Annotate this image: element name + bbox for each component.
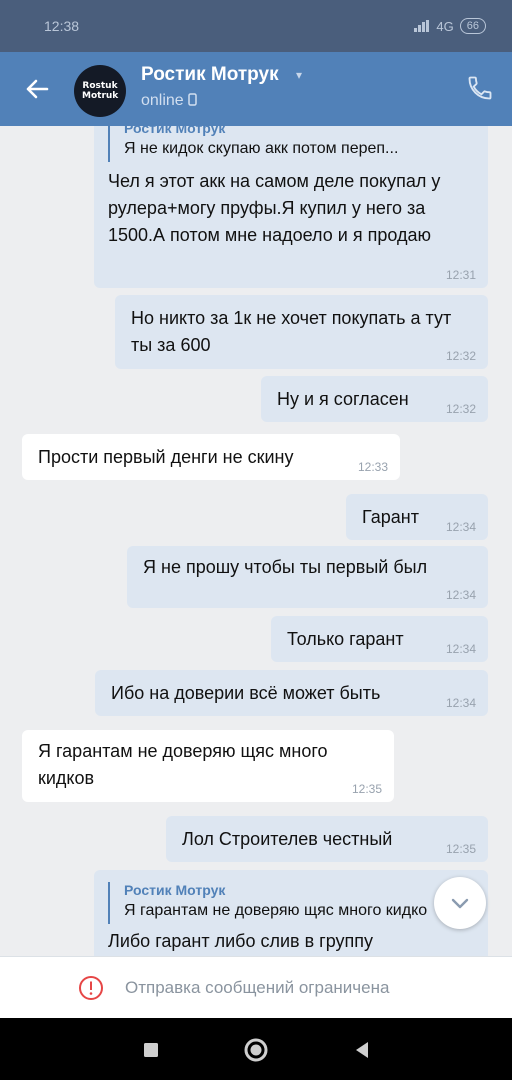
signal-icon — [414, 20, 430, 32]
home-icon[interactable] — [242, 1036, 270, 1064]
quote-text: Я гарантам не доверяю щяс много кидков — [124, 902, 428, 919]
chevron-down-icon[interactable]: ▾ — [296, 68, 302, 82]
message-text: Чел я этот акк на самом деле покупал у р… — [108, 171, 441, 245]
alert-circle-icon — [79, 976, 103, 1000]
quote-author: Ростик Мотрук — [124, 882, 226, 898]
message-text: Я гарантам не доверяю щяс много кидков — [38, 741, 328, 788]
avatar[interactable]: Rostuk Motruk — [74, 65, 126, 117]
avatar-text: Rostuk Motruk — [82, 81, 119, 101]
arrow-left-icon[interactable] — [22, 74, 52, 104]
message-time: 12:34 — [445, 696, 476, 710]
message-text: Лол Строителев честный — [182, 829, 393, 849]
online-label: online — [141, 92, 184, 109]
message-text: Ибо на доверии всё может быть — [111, 683, 381, 703]
message-outgoing[interactable]: Ну и я согласен 12:32 — [261, 376, 488, 422]
message-outgoing[interactable]: Ростик Мотрук Я гарантам не доверяю щяс … — [94, 870, 488, 956]
phone-icon[interactable] — [466, 74, 494, 102]
message-outgoing[interactable]: Ибо на доверии всё может быть 12:34 — [95, 670, 488, 716]
message-text: Прости первый денги не скину — [38, 447, 294, 467]
status-bar: 12:38 4G 66 — [0, 0, 512, 52]
message-time: 12:34 — [445, 642, 476, 656]
messaging-restricted-bar: Отправка сообщений ограничена — [0, 956, 512, 1019]
message-text: Только гарант — [287, 629, 404, 649]
mobile-icon — [188, 93, 197, 106]
message-time: 12:34 — [445, 520, 476, 534]
message-incoming[interactable]: Я гарантам не доверяю щяс много кидков 1… — [22, 730, 394, 802]
message-outgoing[interactable]: Я не прошу чтобы ты первый был 12:34 — [127, 546, 488, 608]
message-text: Либо гарант либо слив в группу — [108, 931, 374, 951]
back-nav-icon[interactable] — [348, 1036, 376, 1064]
reply-quote[interactable]: Ростик Мотрук Я гарантам не доверяю щяс … — [108, 882, 428, 924]
reply-quote[interactable]: Ростик Мотрук Я не кидок скупаю акк пото… — [108, 126, 472, 162]
message-outgoing[interactable]: Лол Строителев честный 12:35 — [166, 816, 488, 862]
message-time: 12:31 — [445, 268, 476, 282]
message-outgoing[interactable]: Только гарант 12:34 — [271, 616, 488, 662]
restricted-text: Отправка сообщений ограничена — [125, 978, 390, 997]
recents-icon[interactable] — [137, 1036, 165, 1064]
battery-indicator: 66 — [459, 18, 486, 34]
message-time: 12:32 — [445, 402, 476, 416]
message-text: Ну и я согласен — [277, 389, 409, 409]
contact-name[interactable]: Ростик Мотрук — [141, 64, 279, 86]
quote-author: Ростик Мотрук — [124, 126, 226, 136]
message-time: 12:33 — [357, 460, 388, 474]
message-list[interactable]: Ростик Мотрук Я не кидок скупаю акк пото… — [0, 126, 512, 956]
message-outgoing[interactable]: Но никто за 1к не хочет покупать а тут т… — [115, 295, 488, 369]
message-incoming[interactable]: Прости первый денги не скину 12:33 — [22, 434, 400, 480]
chat-header: Rostuk Motruk Ростик Мотрук ▾ online — [0, 52, 512, 126]
message-text: Но никто за 1к не хочет покупать а тут т… — [131, 308, 452, 355]
message-time: 12:32 — [445, 349, 476, 363]
chevron-down-icon — [451, 898, 469, 909]
message-text: Я не прошу чтобы ты первый был — [143, 557, 428, 577]
network-type: 4G — [436, 18, 454, 34]
message-time: 12:35 — [445, 842, 476, 856]
quote-text: Я не кидок скупаю акк потом переп... — [124, 140, 399, 157]
message-outgoing[interactable]: Ростик Мотрук Я не кидок скупаю акк пото… — [94, 126, 488, 288]
online-status: online — [141, 92, 197, 110]
message-time: 12:34 — [445, 588, 476, 602]
system-nav-bar — [0, 1018, 512, 1080]
scroll-down-button[interactable] — [434, 877, 486, 929]
status-time: 12:38 — [44, 18, 80, 34]
message-time: 12:35 — [351, 782, 382, 796]
message-outgoing[interactable]: Гарант 12:34 — [346, 494, 488, 540]
message-text: Гарант — [362, 507, 419, 527]
